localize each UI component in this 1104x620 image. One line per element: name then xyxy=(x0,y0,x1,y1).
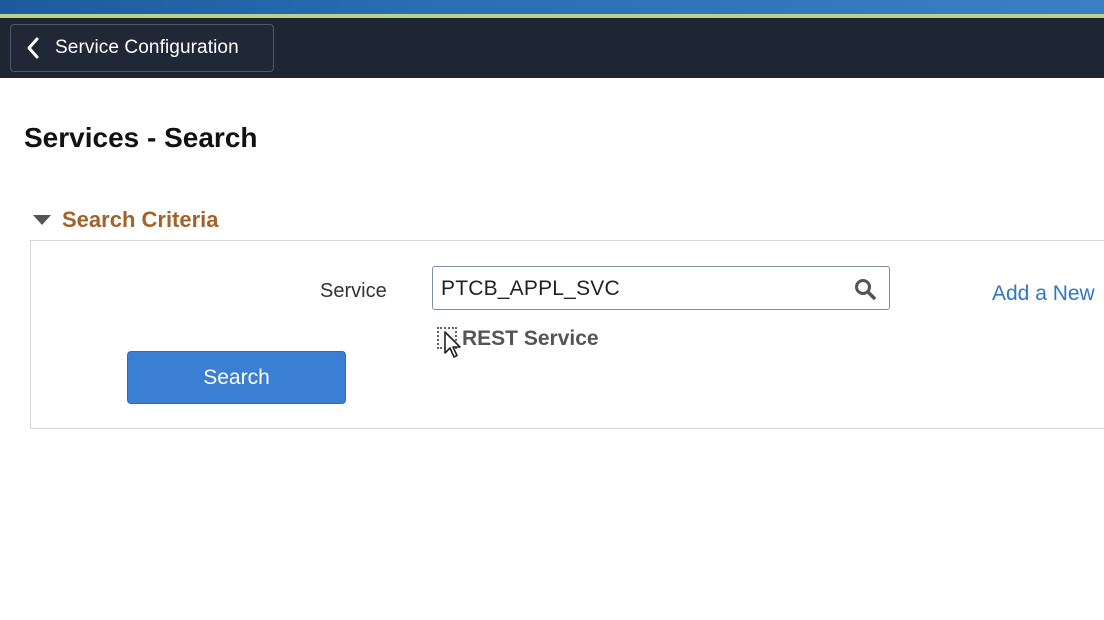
add-new-value-link[interactable]: Add a New xyxy=(992,282,1095,306)
mouse-cursor-icon xyxy=(443,331,463,359)
triangle-down-icon xyxy=(32,213,52,227)
back-button[interactable]: Service Configuration xyxy=(10,24,274,72)
chevron-left-icon xyxy=(25,36,43,60)
search-criteria-toggle[interactable]: Search Criteria xyxy=(32,207,219,233)
search-button[interactable]: Search xyxy=(127,351,346,404)
top-banner-strip xyxy=(0,0,1104,14)
service-input-value[interactable]: PTCB_APPL_SVC xyxy=(441,277,620,301)
search-icon[interactable] xyxy=(853,277,877,301)
page-title: Services - Search xyxy=(24,122,258,153)
service-field-label: Service xyxy=(320,280,387,302)
back-button-label: Service Configuration xyxy=(55,37,239,58)
search-criteria-label: Search Criteria xyxy=(62,207,219,232)
service-input[interactable]: PTCB_APPL_SVC xyxy=(432,266,890,310)
rest-service-label[interactable]: REST Service xyxy=(462,327,599,351)
